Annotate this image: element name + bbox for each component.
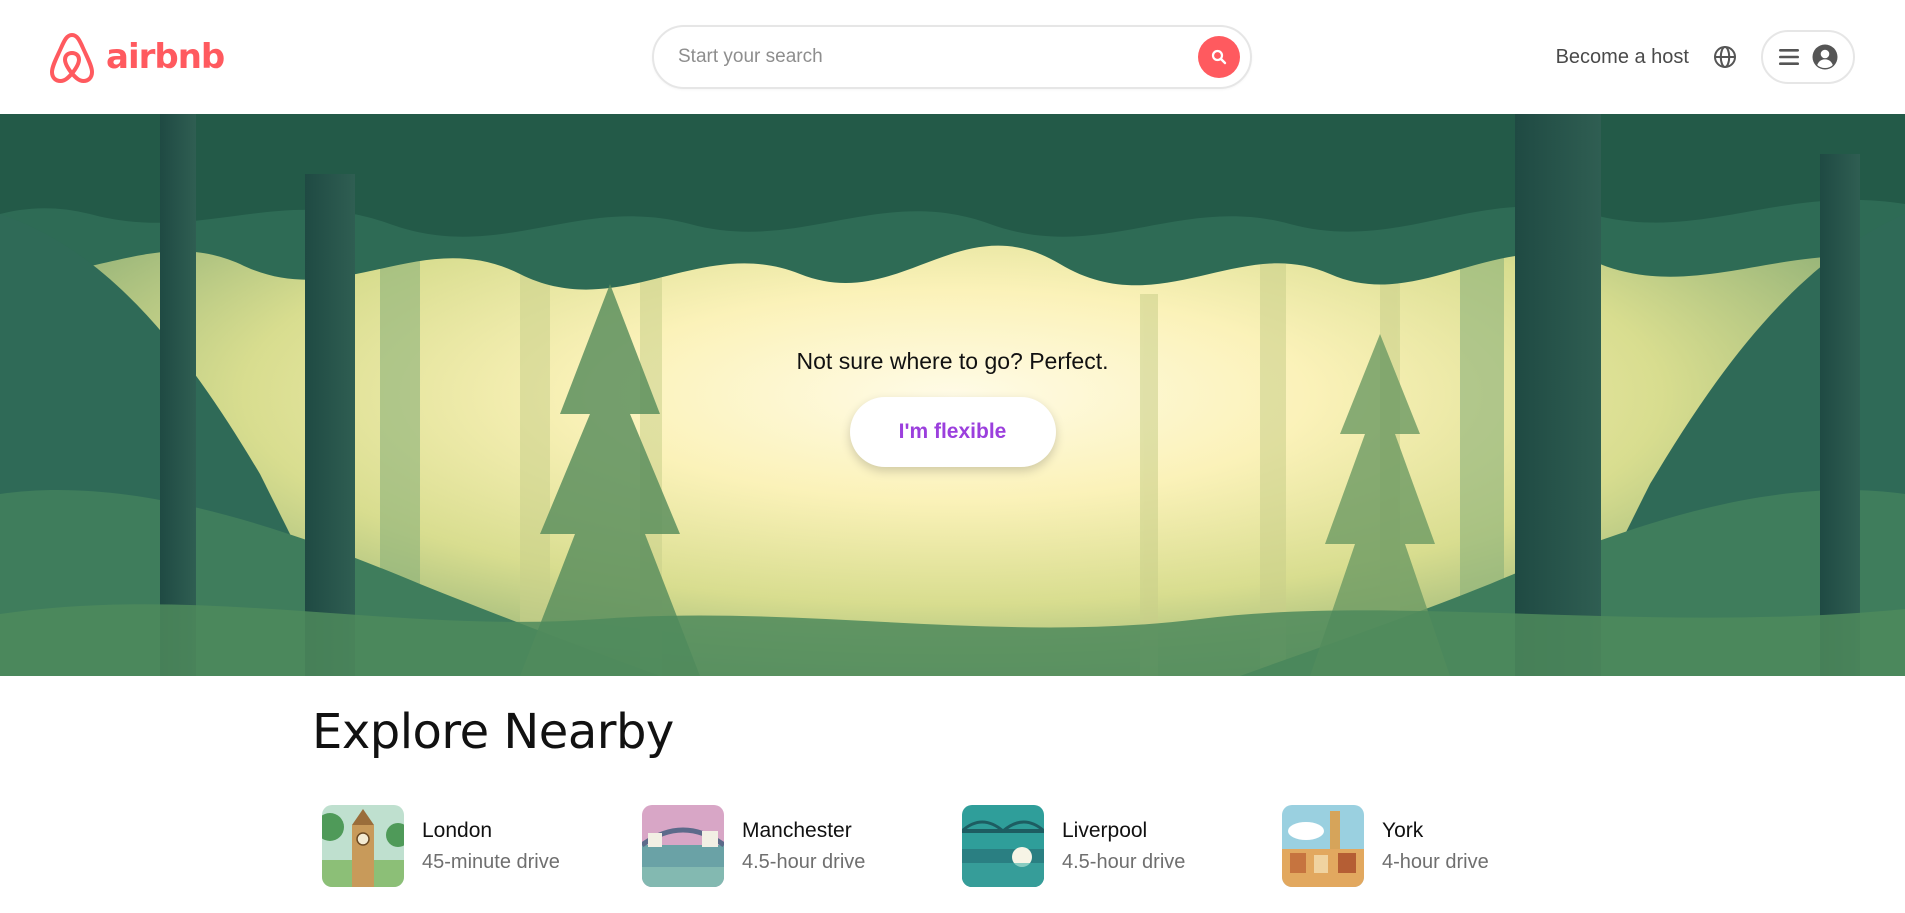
nearby-places-list: London 45-minute drive Manchester 4.5-ho…: [322, 805, 1602, 887]
manchester-thumbnail: [642, 805, 724, 887]
place-london[interactable]: London 45-minute drive: [322, 805, 642, 887]
search-bar[interactable]: [652, 25, 1252, 89]
london-thumbnail: [322, 805, 404, 887]
search-button[interactable]: [1198, 36, 1240, 78]
place-info: Liverpool 4.5-hour drive: [1062, 819, 1185, 874]
place-name: London: [422, 818, 493, 842]
place-liverpool[interactable]: Liverpool 4.5-hour drive: [962, 805, 1282, 887]
globe-icon: [1714, 46, 1736, 68]
place-drive-time: 45-minute drive: [422, 850, 560, 873]
airbnb-logo-icon: [50, 33, 94, 83]
user-avatar-icon: [1812, 44, 1838, 70]
place-name: Manchester: [742, 818, 852, 842]
place-info: London 45-minute drive: [422, 819, 560, 874]
search-icon: [1211, 49, 1227, 65]
liverpool-thumbnail: [962, 805, 1044, 887]
im-flexible-button[interactable]: I'm flexible: [849, 396, 1056, 467]
place-drive-time: 4-hour drive: [1382, 850, 1489, 873]
place-drive-time: 4.5-hour drive: [742, 850, 866, 873]
top-header: airbnb Become a host: [0, 0, 1905, 114]
nav-right: Become a host: [1556, 30, 1855, 84]
place-name: Liverpool: [1062, 818, 1148, 842]
place-drive-time: 4.5-hour drive: [1062, 850, 1186, 873]
airbnb-logo[interactable]: airbnb: [48, 31, 225, 83]
place-york[interactable]: York 4-hour drive: [1282, 805, 1602, 887]
york-thumbnail: [1282, 805, 1364, 887]
user-menu-button[interactable]: [1761, 30, 1855, 84]
hero-tagline: Not sure where to go? Perfect.: [796, 347, 1109, 374]
hamburger-icon: [1779, 49, 1799, 65]
place-manchester[interactable]: Manchester 4.5-hour drive: [642, 805, 962, 887]
hero-banner: Not sure where to go? Perfect. I'm flexi…: [0, 114, 1905, 676]
explore-nearby-heading: Explore Nearby: [312, 704, 674, 760]
place-name: York: [1382, 818, 1424, 842]
search-input[interactable]: [654, 27, 1198, 87]
become-host-link[interactable]: Become a host: [1556, 46, 1689, 69]
language-button[interactable]: [1711, 43, 1739, 71]
brand-name: airbnb: [106, 37, 225, 77]
place-info: York 4-hour drive: [1382, 819, 1489, 874]
hero-content: Not sure where to go? Perfect. I'm flexi…: [0, 114, 1905, 676]
place-info: Manchester 4.5-hour drive: [742, 819, 865, 874]
